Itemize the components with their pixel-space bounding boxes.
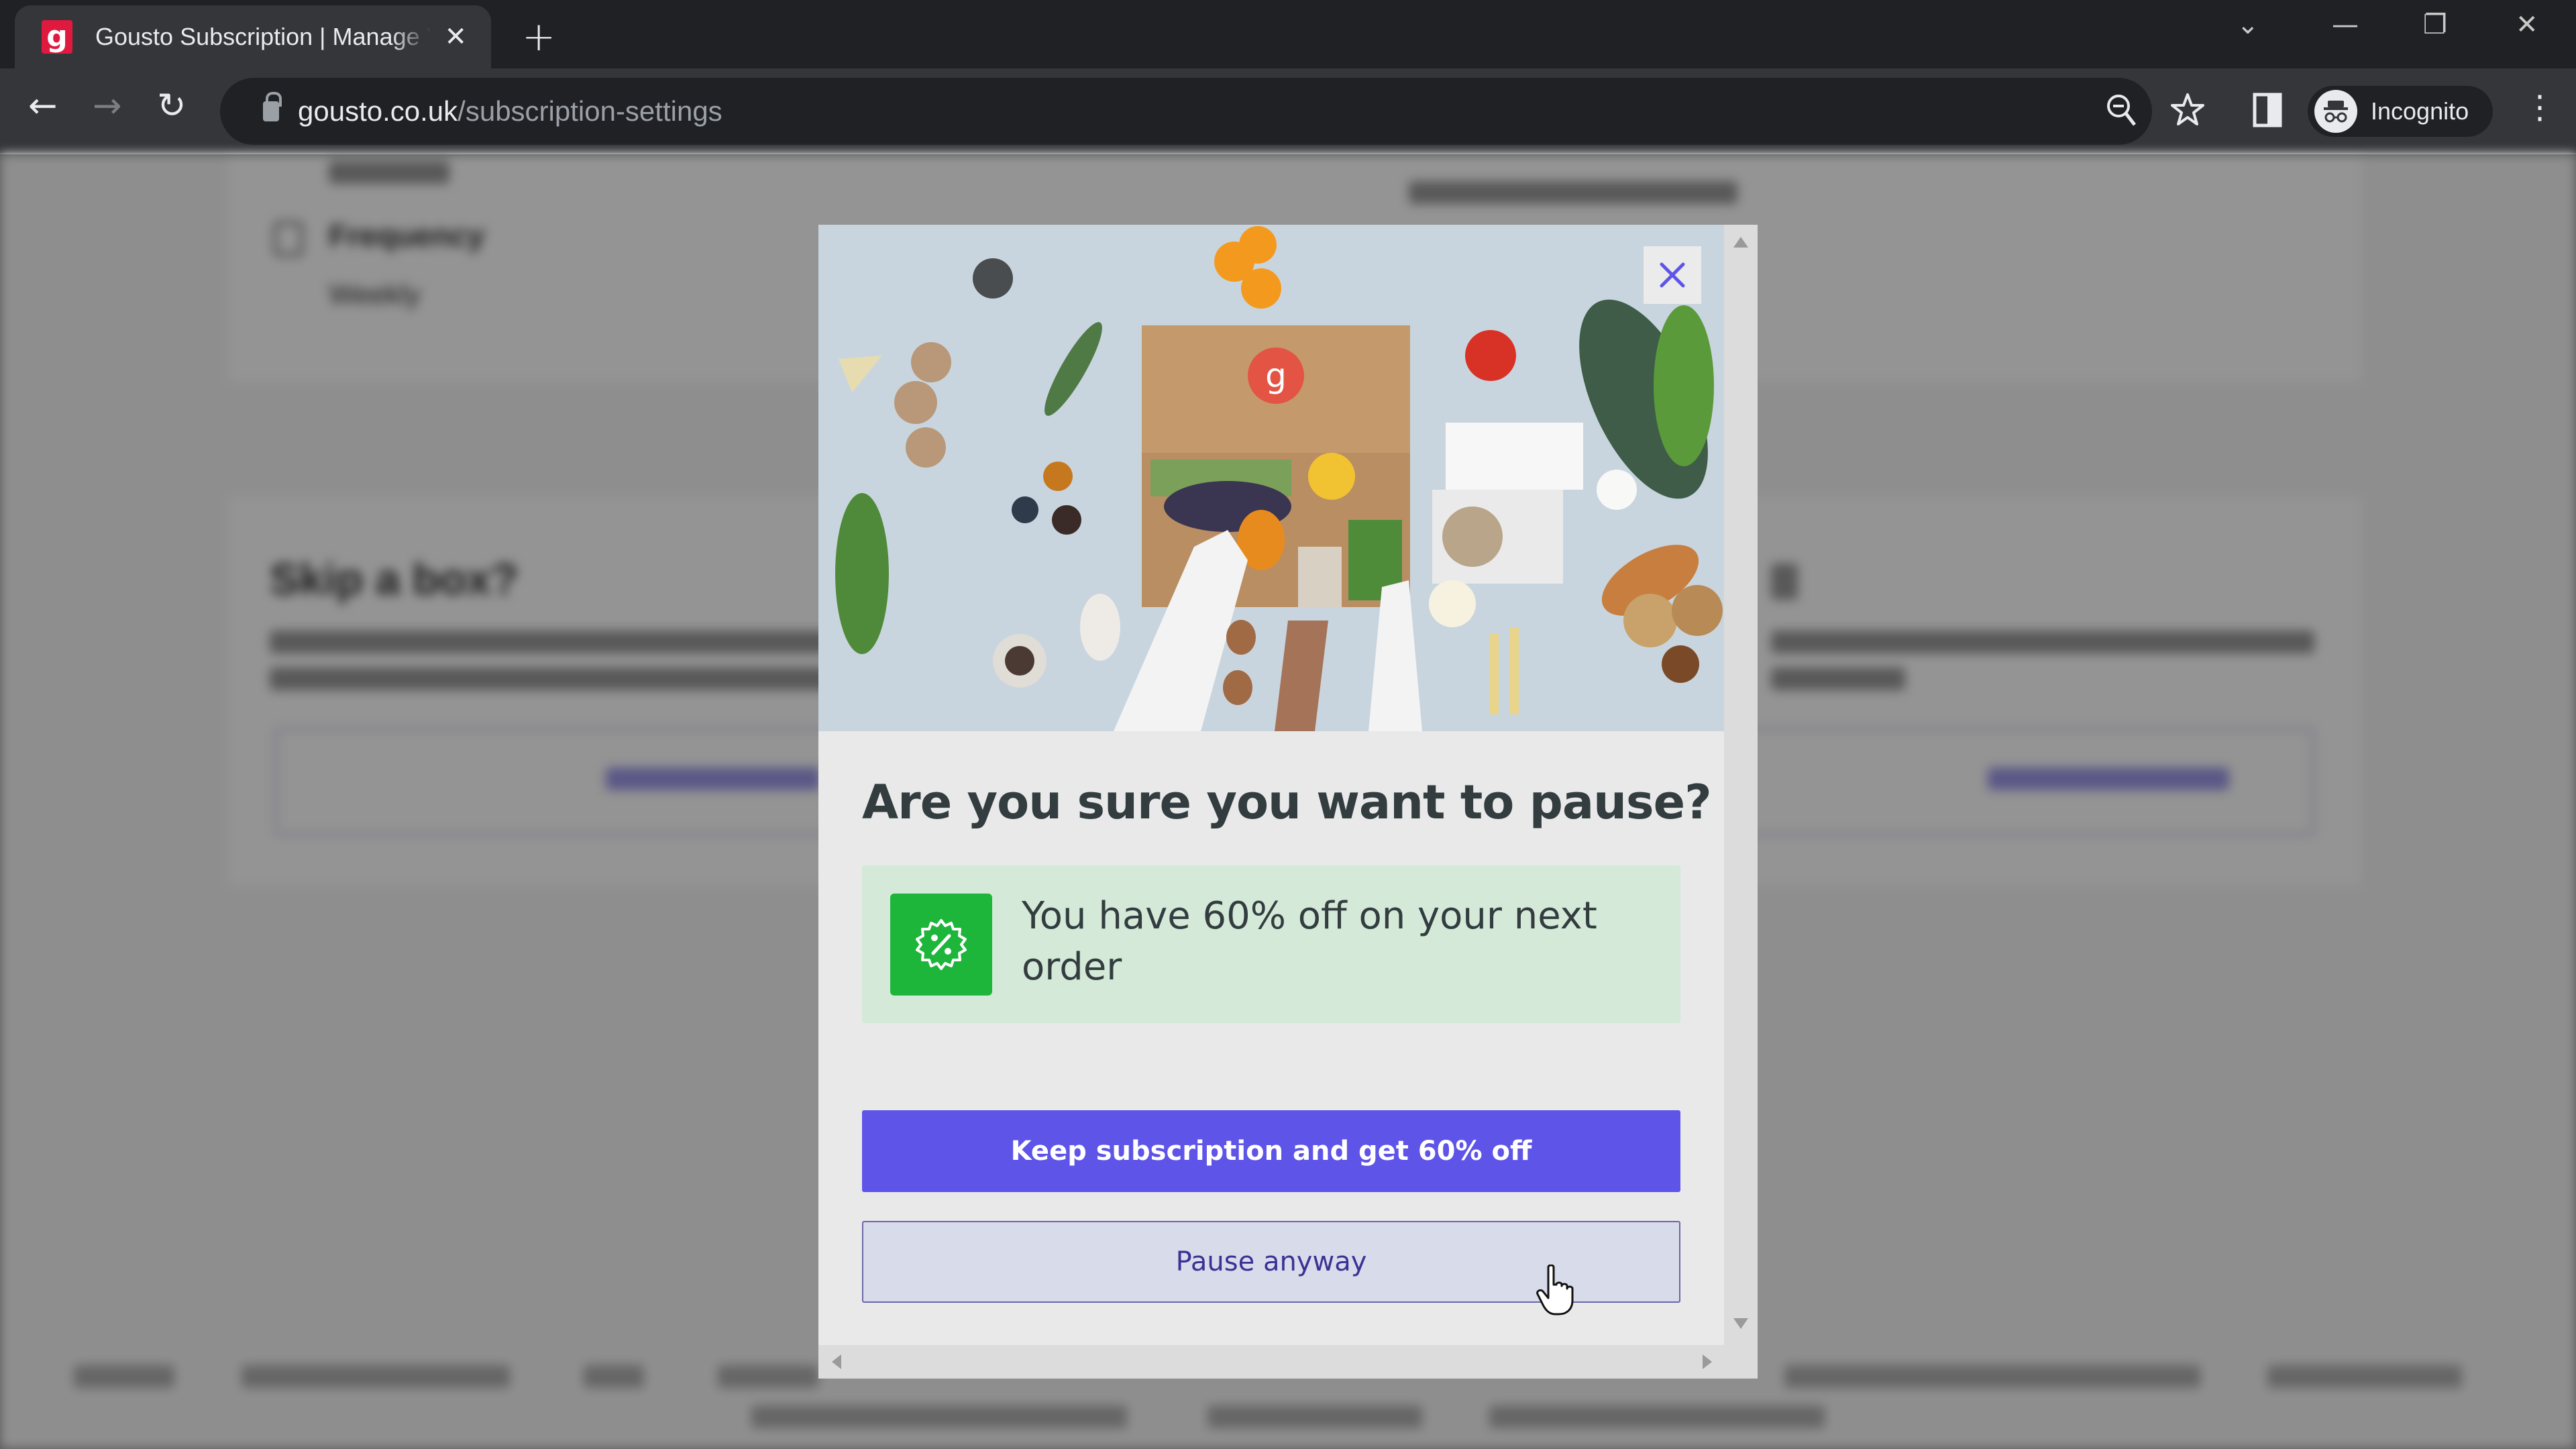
reload-icon[interactable]: ↻ [157, 89, 186, 123]
scroll-right-arrow-icon[interactable] [1703, 1354, 1712, 1369]
incognito-label: Incognito [2371, 97, 2469, 125]
zoom-out-icon[interactable] [2105, 93, 2139, 138]
url-path: /subscription-settings [458, 95, 722, 127]
scroll-left-arrow-icon[interactable] [832, 1354, 841, 1369]
incognito-profile-button[interactable]: Incognito [2308, 86, 2493, 137]
scroll-up-arrow-icon[interactable] [1733, 237, 1748, 248]
forward-arrow-icon[interactable]: → [93, 89, 122, 123]
svg-text:g: g [1265, 356, 1287, 395]
tab-search-chevron-icon[interactable]: ⌄ [2237, 9, 2259, 40]
hero-food-box-image: g [818, 225, 1724, 731]
address-bar[interactable]: gousto.co.uk/subscription-settings [220, 78, 2204, 145]
tab-title: Gousto Subscription | Manage Your Subscr… [95, 23, 431, 50]
restore-window-icon[interactable]: ❐ [2423, 9, 2447, 40]
modal-horizontal-scrollbar[interactable] [818, 1345, 1758, 1379]
lock-icon[interactable] [263, 92, 282, 121]
hand-pointer-cursor-icon [1536, 1264, 1574, 1318]
modal-close-button[interactable] [1644, 246, 1701, 304]
url-host: gousto.co.uk [298, 95, 458, 127]
discount-badge-icon [890, 894, 992, 996]
browser-menu-icon[interactable]: ⋮ [2524, 89, 2556, 126]
gousto-favicon-icon: g [42, 20, 72, 54]
minimize-window-icon[interactable]: — [2332, 9, 2359, 40]
close-window-icon[interactable]: ✕ [2516, 9, 2538, 40]
side-panel-icon[interactable] [2253, 93, 2282, 130]
browser-tab-active[interactable]: g Gousto Subscription | Manage Your Subs… [15, 5, 491, 68]
offer-banner: You have 60% off on your next order [862, 865, 1680, 1023]
new-tab-button[interactable]: + [522, 13, 555, 60]
close-icon [1660, 262, 1685, 288]
tab-close-icon[interactable]: ✕ [444, 21, 467, 52]
back-arrow-icon[interactable]: ← [28, 89, 58, 123]
scroll-down-arrow-icon[interactable] [1733, 1318, 1748, 1329]
address-url[interactable]: gousto.co.uk/subscription-settings [298, 95, 722, 127]
browser-tab-strip: g Gousto Subscription | Manage Your Subs… [0, 0, 2576, 68]
bookmark-star-icon[interactable] [2171, 93, 2204, 135]
incognito-icon [2314, 90, 2357, 133]
modal-title: Are you sure you want to pause? [862, 775, 1712, 830]
keep-subscription-button[interactable]: Keep subscription and get 60% off [862, 1110, 1680, 1192]
modal-vertical-scrollbar[interactable] [1724, 225, 1758, 1345]
pause-confirmation-modal: g Are you sure you want to pause? You ha… [818, 225, 1758, 1379]
offer-text: You have 60% off on your next order [1022, 894, 1597, 989]
browser-toolbar: ← → ↻ gousto.co.uk/subscription-settings… [0, 68, 2576, 154]
